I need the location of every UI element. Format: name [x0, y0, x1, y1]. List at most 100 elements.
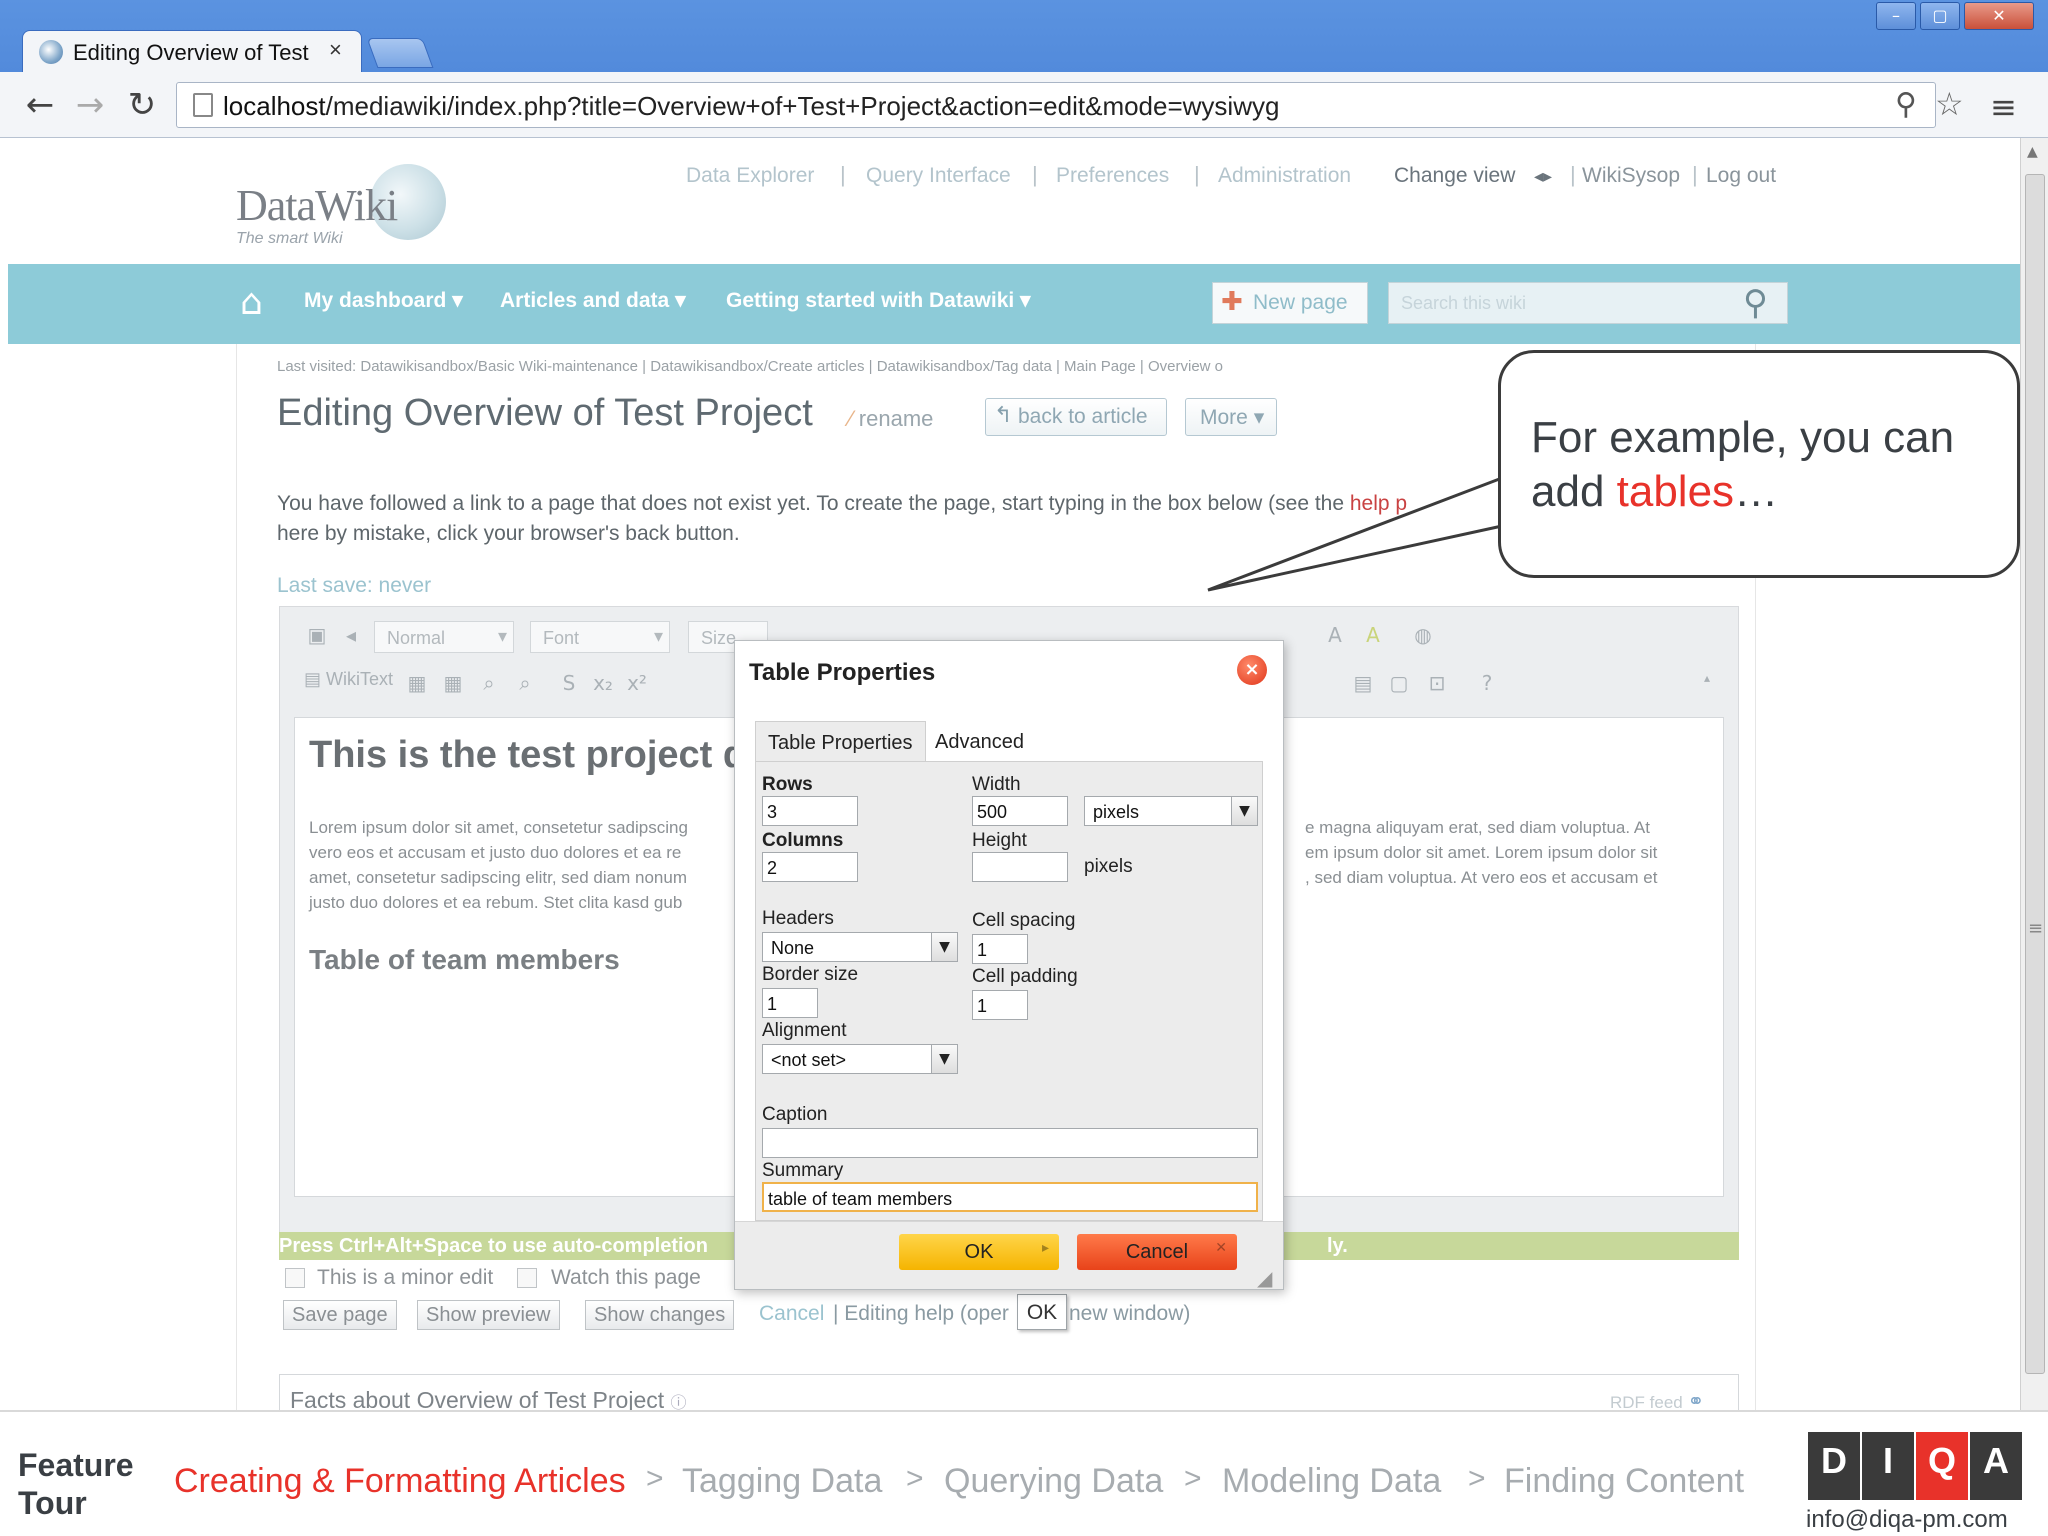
paste-text-icon[interactable]: ▦: [440, 671, 466, 697]
alignment-select[interactable]: <not set> ▼: [762, 1044, 958, 1074]
dialog-close-icon[interactable]: ×: [1237, 655, 1267, 685]
cell-padding-input[interactable]: 1: [972, 990, 1028, 1020]
link-query-interface[interactable]: Query Interface: [866, 164, 1011, 188]
collapse-toolbar-icon[interactable]: ▴: [1694, 671, 1720, 697]
show-preview-button[interactable]: Show preview: [417, 1300, 560, 1330]
paste-icon[interactable]: ▦: [404, 671, 430, 697]
subscript-icon[interactable]: x₂: [590, 671, 616, 697]
undo-icon[interactable]: ◂: [338, 623, 364, 649]
step-creating-formatting[interactable]: Creating & Formatting Articles: [174, 1462, 626, 1501]
headers-select[interactable]: None ▼: [762, 932, 958, 962]
address-bar[interactable]: localhost/mediawiki/index.php?title=Over…: [176, 82, 1964, 128]
watch-checkbox[interactable]: [517, 1268, 537, 1288]
save-icon[interactable]: ▣: [304, 623, 330, 649]
scroll-up-icon[interactable]: ▲: [2027, 144, 2038, 160]
browser-chrome: – ▢ ✕ Editing Overview of Test P × ← → ↻…: [0, 0, 2048, 138]
special-char-icon[interactable]: ⊡: [1424, 671, 1450, 697]
help-link[interactable]: help p: [1350, 492, 1407, 515]
minor-edit-checkbox[interactable]: [285, 1268, 305, 1288]
editing-help-link[interactable]: | Editing help (oper: [833, 1302, 1009, 1326]
change-view-link[interactable]: Change view: [1394, 164, 1515, 188]
back-arrow-icon[interactable]: ←: [20, 86, 60, 126]
step-querying-data[interactable]: Querying Data: [944, 1462, 1163, 1501]
tab-title: Editing Overview of Test P: [73, 40, 313, 65]
menu-getting-started[interactable]: Getting started with Datawiki ▾: [726, 288, 1031, 313]
link-administration[interactable]: Administration: [1218, 164, 1351, 188]
rename-link[interactable]: ⁄ rename: [849, 406, 933, 432]
change-view-icon[interactable]: ◂▸: [1534, 166, 1552, 187]
menu-articles-and-data[interactable]: Articles and data ▾: [500, 288, 686, 313]
facts-box: Facts about Overview of Test Project ⓘ R…: [279, 1374, 1739, 1410]
superscript-icon[interactable]: x²: [624, 671, 650, 697]
image-icon[interactable]: ▢: [1386, 671, 1412, 697]
strike-icon[interactable]: S: [556, 671, 582, 697]
cell-spacing-input[interactable]: 1: [972, 934, 1028, 964]
summary-input[interactable]: table of team members: [762, 1182, 1258, 1212]
width-input[interactable]: 500: [972, 796, 1068, 826]
page-title: Editing Overview of Test Project: [277, 392, 813, 434]
datawiki-logo[interactable]: DataWiki The smart Wiki: [236, 160, 446, 250]
replace-icon[interactable]: ⌕: [512, 671, 538, 697]
tab-table-properties[interactable]: Table Properties: [755, 721, 926, 761]
columns-input[interactable]: 2: [762, 852, 858, 882]
resize-grip-icon[interactable]: ◢: [1257, 1266, 1272, 1290]
search-icon[interactable]: ⚲: [1743, 283, 1768, 323]
new-page-button[interactable]: ✚ New page: [1212, 282, 1368, 324]
text-color-icon[interactable]: A: [1322, 623, 1348, 649]
height-unit-label: pixels: [1084, 856, 1133, 877]
favicon-icon: [39, 40, 63, 64]
width-unit-select[interactable]: pixels ▼: [1084, 796, 1258, 826]
bg-color-icon[interactable]: A: [1360, 623, 1386, 649]
more-button[interactable]: More ▾: [1185, 398, 1277, 436]
minimize-icon[interactable]: –: [1876, 2, 1916, 30]
browser-tab[interactable]: Editing Overview of Test P ×: [22, 30, 362, 72]
cancel-link[interactable]: Cancel: [759, 1302, 824, 1326]
caption-input[interactable]: [762, 1128, 1258, 1158]
save-page-button[interactable]: Save page: [283, 1300, 397, 1330]
rows-input[interactable]: 3: [762, 796, 858, 826]
ok-button[interactable]: OK ▸: [899, 1234, 1059, 1270]
home-icon[interactable]: ⌂: [240, 282, 263, 323]
logout-link[interactable]: Log out: [1706, 164, 1776, 188]
bookmark-star-icon[interactable]: ☆: [1935, 85, 1964, 123]
search-zoom-icon[interactable]: ⚲: [1895, 87, 1917, 122]
link-preferences[interactable]: Preferences: [1056, 164, 1169, 188]
help-icon[interactable]: ?: [1474, 671, 1500, 697]
tab-advanced[interactable]: Advanced: [923, 721, 1036, 761]
pencil-icon: ⁄: [849, 406, 859, 431]
step-tagging-data[interactable]: Tagging Data: [682, 1462, 882, 1501]
watch-label: Watch this page: [551, 1266, 701, 1289]
editing-help-link-end[interactable]: new window): [1069, 1302, 1190, 1326]
globe-link-icon[interactable]: ◍: [1410, 623, 1436, 649]
border-size-input[interactable]: 1: [762, 988, 818, 1018]
scrollbar[interactable]: ▲ ≡: [2020, 138, 2048, 1410]
new-tab-button[interactable]: [366, 38, 434, 68]
height-input[interactable]: [972, 852, 1068, 882]
wikitext-button[interactable]: ▤ WikiText: [304, 669, 393, 699]
tab-close-icon[interactable]: ×: [329, 37, 342, 63]
table-icon[interactable]: ▤: [1350, 671, 1376, 697]
browser-menu-icon[interactable]: ≡: [1990, 88, 2017, 126]
scroll-thumb[interactable]: [2025, 174, 2045, 1374]
editor-subheading: Table of team members: [309, 944, 620, 975]
format-select[interactable]: Normal ▾: [374, 621, 514, 653]
maximize-icon[interactable]: ▢: [1920, 2, 1960, 30]
step-finding-content[interactable]: Finding Content: [1504, 1462, 1744, 1501]
find-icon[interactable]: ⌕: [476, 671, 502, 697]
width-label: Width: [972, 774, 1021, 795]
back-to-article-button[interactable]: ↰ back to article: [985, 398, 1167, 436]
search-input[interactable]: Search this wiki ⚲: [1388, 282, 1788, 324]
diqa-logo: D I Q A: [1808, 1432, 2024, 1504]
step-modeling-data[interactable]: Modeling Data: [1222, 1462, 1441, 1501]
link-data-explorer[interactable]: Data Explorer: [686, 164, 814, 188]
reload-icon[interactable]: ↻: [122, 86, 162, 126]
close-window-icon[interactable]: ✕: [1964, 2, 2034, 30]
menu-my-dashboard[interactable]: My dashboard ▾: [304, 288, 463, 313]
rdf-feed-link[interactable]: RDF feed ⚭: [1610, 1389, 1704, 1410]
cancel-button[interactable]: Cancel ✕: [1077, 1234, 1237, 1270]
font-select[interactable]: Font ▾: [530, 621, 670, 653]
show-changes-button[interactable]: Show changes: [585, 1300, 735, 1330]
page-icon: [193, 93, 213, 117]
user-link[interactable]: WikiSysop: [1582, 164, 1680, 188]
forward-arrow-icon[interactable]: →: [70, 86, 110, 126]
